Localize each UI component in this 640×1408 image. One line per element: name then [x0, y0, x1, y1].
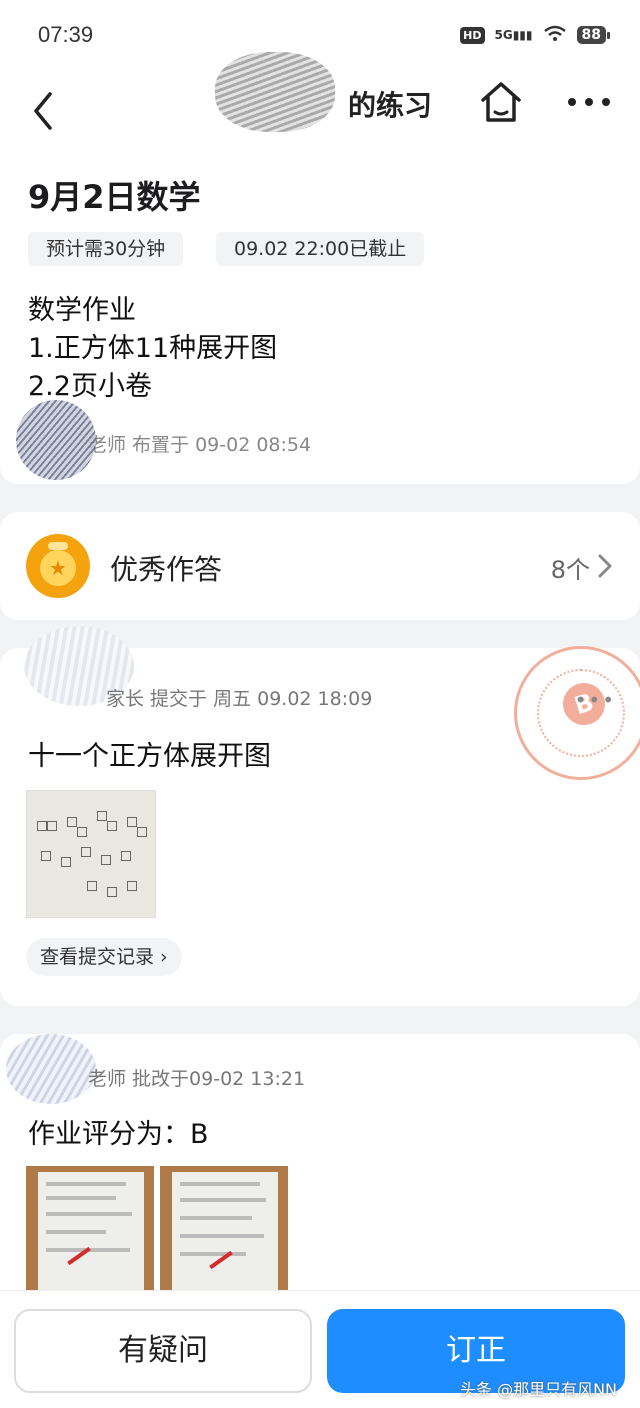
net-square: [61, 857, 71, 867]
submission-meta: 家长 提交于 周五 09.02 18:09: [28, 684, 372, 711]
homework-card: 9月2日数学 预计需30分钟 09.02 22:00已截止 数学作业 1.正方体…: [0, 142, 640, 484]
view-history-label: 查看提交记录: [40, 946, 155, 968]
net-square: [97, 811, 107, 821]
status-bar: 07:39 HD 5G▮▮▮ 88: [0, 0, 640, 70]
more-button[interactable]: [568, 92, 610, 112]
submission-more-button[interactable]: •••: [575, 688, 616, 712]
page-line: [46, 1196, 116, 1200]
hd-icon: HD: [460, 26, 485, 44]
submission-card: 家长 提交于 周五 09.02 18:09 十一个正方体展开图 查看提交记录 ›…: [0, 626, 640, 1006]
submission-image[interactable]: [26, 790, 156, 918]
more-dot: [602, 98, 610, 106]
estimate-tag: 预计需30分钟: [28, 232, 184, 266]
page-line: [46, 1230, 106, 1234]
net-square: [87, 881, 97, 891]
submission-meta-text: 家长 提交于 周五 09.02 18:09: [106, 688, 373, 710]
review-grade: 作业评分为：B: [28, 1119, 209, 1150]
net-square: [67, 817, 77, 827]
redaction-scribble: [215, 52, 335, 132]
page-line: [180, 1182, 260, 1186]
submission-content: 十一个正方体展开图: [28, 741, 271, 772]
worksheet-page: [38, 1172, 144, 1296]
review-image[interactable]: [160, 1166, 288, 1296]
page-line: [46, 1182, 126, 1186]
medal-icon: ★: [26, 534, 90, 598]
review-meta-text: 老师 批改于09-02 13:21: [88, 1068, 306, 1090]
battery-icon: 88: [576, 26, 611, 44]
more-dot: [585, 98, 593, 106]
net-square: [121, 851, 131, 861]
page-line: [46, 1212, 132, 1216]
home-button[interactable]: [478, 78, 524, 126]
description-line: 1.正方体11种展开图: [28, 333, 278, 364]
page-line: [180, 1216, 252, 1220]
excellent-answers-row[interactable]: ★ 优秀作答 8个: [0, 512, 640, 620]
excellent-count: 8个: [550, 556, 590, 584]
nav-bar: 的练习: [0, 52, 640, 142]
net-square: [77, 827, 87, 837]
status-time: 07:39: [38, 22, 94, 47]
net-square: [137, 827, 147, 837]
question-button[interactable]: 有疑问: [14, 1309, 312, 1393]
net-square: [37, 821, 47, 831]
worksheet-page: [172, 1172, 278, 1296]
review-meta: 老师 批改于09-02 13:21: [28, 1064, 305, 1091]
homework-description: 数学作业 1.正方体11种展开图 2.2页小卷: [28, 292, 277, 406]
chevron-right-icon: [598, 554, 612, 578]
redaction-scribble: [16, 400, 96, 480]
status-icons: HD 5G▮▮▮ 88: [460, 24, 611, 46]
net-square: [47, 821, 57, 831]
medal-ribbon: [48, 542, 68, 550]
grade-stamp: B: [514, 646, 640, 780]
homework-title: 9月2日数学: [28, 178, 201, 216]
net-square: [127, 817, 137, 827]
page-line: [180, 1198, 266, 1202]
review-image[interactable]: [26, 1166, 154, 1296]
description-line: 数学作业: [28, 295, 136, 326]
net-square: [107, 887, 117, 897]
net-square: [107, 821, 117, 831]
net-square: [41, 851, 51, 861]
medal-star: ★: [40, 550, 76, 586]
signal-icon: 5G▮▮▮: [494, 28, 533, 42]
net-square: [127, 881, 137, 891]
excellent-label: 优秀作答: [110, 553, 223, 586]
page-line: [180, 1234, 264, 1238]
net-square: [101, 855, 111, 865]
wifi-icon: [543, 24, 567, 46]
home-icon: [481, 82, 521, 122]
page-line: [180, 1252, 246, 1256]
view-history-button[interactable]: 查看提交记录 ›: [26, 938, 182, 976]
net-square: [81, 847, 91, 857]
network-label: 5G: [494, 28, 513, 42]
deadline-tag: 09.02 22:00已截止: [216, 232, 425, 266]
more-dot: [568, 98, 576, 106]
watermark: 头条 @那里只有风NN: [460, 1380, 618, 1399]
review-card: 老师 批改于09-02 13:21 作业评分为：B: [0, 1034, 640, 1334]
